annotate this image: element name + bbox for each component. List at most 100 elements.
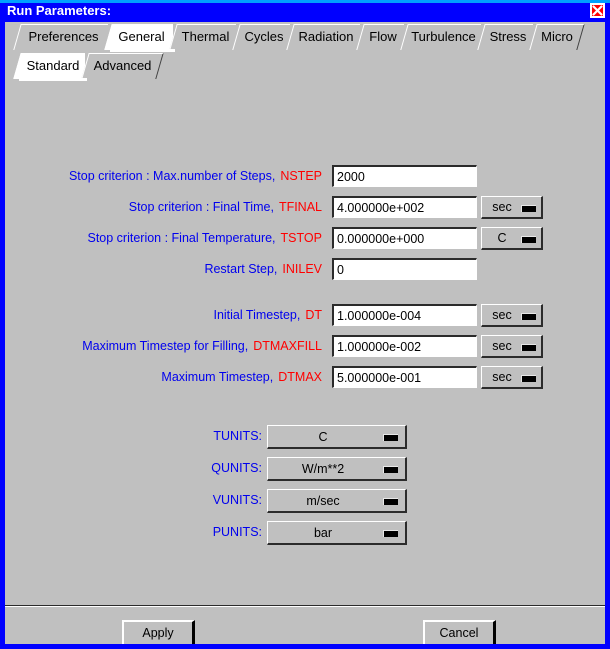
field-row-dtmaxfill: Maximum Timestep for Filling, DTMAXFILL se… bbox=[5, 335, 605, 359]
option-menu-indicator-icon bbox=[521, 313, 536, 320]
tab-radiation[interactable]: Radiation bbox=[286, 24, 366, 50]
subtab-label: Standard bbox=[26, 58, 80, 73]
field-variable-name: TSTOP bbox=[280, 231, 322, 245]
apply-button[interactable]: Apply bbox=[122, 620, 195, 644]
tab-cycles[interactable]: Cycles bbox=[232, 24, 296, 50]
subtab-standard[interactable]: Standard bbox=[13, 53, 93, 79]
unit-dropdown-tstop[interactable]: C bbox=[481, 227, 543, 250]
units-dropdown-vunits[interactable]: m/sec bbox=[267, 489, 407, 513]
tab-stress[interactable]: Stress bbox=[477, 24, 539, 50]
field-row-dtmax: Maximum Timestep, DTMAX sec bbox=[5, 366, 605, 390]
option-menu-indicator-icon bbox=[383, 498, 398, 505]
field-label-tstop: Stop criterion : Final Temperature, TSTOP bbox=[87, 227, 322, 251]
units-dropdown-qunits[interactable]: W/m**2 bbox=[267, 457, 407, 481]
unit-dropdown-value: sec bbox=[492, 200, 512, 214]
unit-dropdown-tfinal[interactable]: sec bbox=[481, 196, 543, 219]
field-variable-name: DT bbox=[305, 308, 322, 322]
units-label-vunits: VUNITS: bbox=[212, 493, 262, 507]
field-input-tstop[interactable] bbox=[332, 227, 477, 249]
field-label-text: Stop criterion : Final Time, bbox=[128, 200, 274, 214]
field-input-tfinal[interactable] bbox=[332, 196, 477, 218]
field-row-tfinal: Stop criterion : Final Time, TFINAL sec bbox=[5, 196, 605, 220]
selected-subtab-underlay bbox=[19, 78, 87, 81]
units-label-tunits: TUNITS: bbox=[213, 429, 262, 443]
unit-dropdown-value: sec bbox=[492, 308, 512, 322]
close-icon[interactable] bbox=[590, 3, 605, 18]
tab-general[interactable]: General bbox=[104, 24, 179, 50]
subtab-label: Advanced bbox=[93, 58, 152, 73]
tab-label: Radiation bbox=[298, 29, 354, 44]
tab-thermal[interactable]: Thermal bbox=[169, 24, 242, 50]
field-label-dtmax: Maximum Timestep, DTMAX bbox=[161, 366, 322, 390]
units-dropdown-value: C bbox=[318, 430, 328, 444]
option-menu-indicator-icon bbox=[521, 205, 536, 212]
field-input-dtmaxfill[interactable] bbox=[332, 335, 477, 357]
field-row-inilev: Restart Step, INILEV bbox=[5, 258, 605, 282]
units-dropdown-value: W/m**2 bbox=[301, 462, 345, 476]
field-label-text: Initial Timestep, bbox=[213, 308, 301, 322]
field-label-text: Stop criterion : Max.number of Steps, bbox=[68, 169, 276, 183]
units-dropdown-tunits[interactable]: C bbox=[267, 425, 407, 449]
field-variable-name: TFINAL bbox=[278, 200, 322, 214]
field-label-tfinal: Stop criterion : Final Time, TFINAL bbox=[129, 196, 322, 220]
field-label-text: Maximum Timestep for Filling, bbox=[82, 339, 249, 353]
primary-tab-strip: Preferences General Thermal Cycles Radiation… bbox=[5, 22, 605, 52]
cancel-button[interactable]: Cancel bbox=[423, 620, 496, 644]
field-label-dtmaxfill: Maximum Timestep for Filling, DTMAXFILL bbox=[82, 335, 322, 359]
field-row-tstop: Stop criterion : Final Temperature, TSTOP… bbox=[5, 227, 605, 251]
field-variable-name: DTMAXFILL bbox=[253, 339, 322, 353]
unit-dropdown-value: sec bbox=[492, 370, 512, 384]
field-label-text: Maximum Timestep, bbox=[161, 370, 274, 384]
field-row-nstep: Stop criterion : Max.number of Steps, NST… bbox=[5, 165, 605, 189]
units-dropdown-value: bar bbox=[313, 526, 333, 540]
field-label-inilev: Restart Step, INILEV bbox=[204, 258, 322, 282]
tab-label: General bbox=[118, 29, 165, 44]
action-bar: Apply Cancel bbox=[5, 607, 605, 644]
units-dropdown-value: m/sec bbox=[306, 494, 340, 508]
field-input-dt[interactable] bbox=[332, 304, 477, 326]
tab-label: Preferences bbox=[28, 29, 99, 44]
run-parameters-window: Run Parameters: Preferences General Therma… bbox=[0, 0, 610, 649]
field-variable-name: INILEV bbox=[282, 262, 322, 276]
unit-dropdown-dtmaxfill[interactable]: sec bbox=[481, 335, 543, 358]
units-row-tunits: TUNITS: C bbox=[5, 425, 605, 451]
general-standard-panel: Stop criterion : Max.number of Steps, NST… bbox=[5, 80, 605, 605]
tab-label: Stress bbox=[489, 29, 527, 44]
tab-turbulence[interactable]: Turbulence bbox=[400, 24, 487, 50]
tab-flow[interactable]: Flow bbox=[356, 24, 410, 50]
selected-tab-underlay bbox=[110, 49, 175, 52]
unit-dropdown-dt[interactable]: sec bbox=[481, 304, 543, 327]
window-title: Run Parameters: bbox=[7, 3, 112, 18]
unit-dropdown-value: C bbox=[497, 231, 507, 245]
option-menu-indicator-icon bbox=[521, 344, 536, 351]
option-menu-indicator-icon bbox=[521, 375, 536, 382]
tab-label: Micro bbox=[541, 29, 573, 44]
tab-label: Thermal bbox=[181, 29, 230, 44]
unit-dropdown-value: sec bbox=[492, 339, 512, 353]
subtab-advanced[interactable]: Advanced bbox=[81, 53, 164, 79]
unit-dropdown-dtmax[interactable]: sec bbox=[481, 366, 543, 389]
field-input-nstep[interactable] bbox=[332, 165, 477, 187]
tab-label: Turbulence bbox=[411, 29, 476, 44]
field-input-inilev[interactable] bbox=[332, 258, 477, 280]
field-variable-name: DTMAX bbox=[278, 370, 322, 384]
units-row-vunits: VUNITS: m/sec bbox=[5, 489, 605, 515]
tab-micro[interactable]: Micro bbox=[529, 24, 585, 50]
field-label-text: Restart Step, bbox=[204, 262, 278, 276]
option-menu-indicator-icon bbox=[383, 466, 398, 473]
secondary-tab-strip: Standard Advanced bbox=[5, 51, 605, 81]
units-label-punits: PUNITS: bbox=[212, 525, 262, 539]
tab-label: Flow bbox=[369, 29, 397, 44]
field-label-text: Stop criterion : Final Temperature, bbox=[87, 231, 276, 245]
field-variable-name: NSTEP bbox=[280, 169, 322, 183]
units-dropdown-punits[interactable]: bar bbox=[267, 521, 407, 545]
option-menu-indicator-icon bbox=[383, 530, 398, 537]
dialog-client-area: Preferences General Thermal Cycles Radiation… bbox=[5, 22, 605, 644]
field-label-dt: Initial Timestep, DT bbox=[213, 304, 322, 328]
window-titlebar: Run Parameters: bbox=[0, 0, 610, 22]
units-label-qunits: QUNITS: bbox=[211, 461, 262, 475]
units-row-qunits: QUNITS: W/m**2 bbox=[5, 457, 605, 483]
tab-preferences[interactable]: Preferences bbox=[13, 24, 114, 50]
option-menu-indicator-icon bbox=[521, 236, 536, 243]
field-input-dtmax[interactable] bbox=[332, 366, 477, 388]
